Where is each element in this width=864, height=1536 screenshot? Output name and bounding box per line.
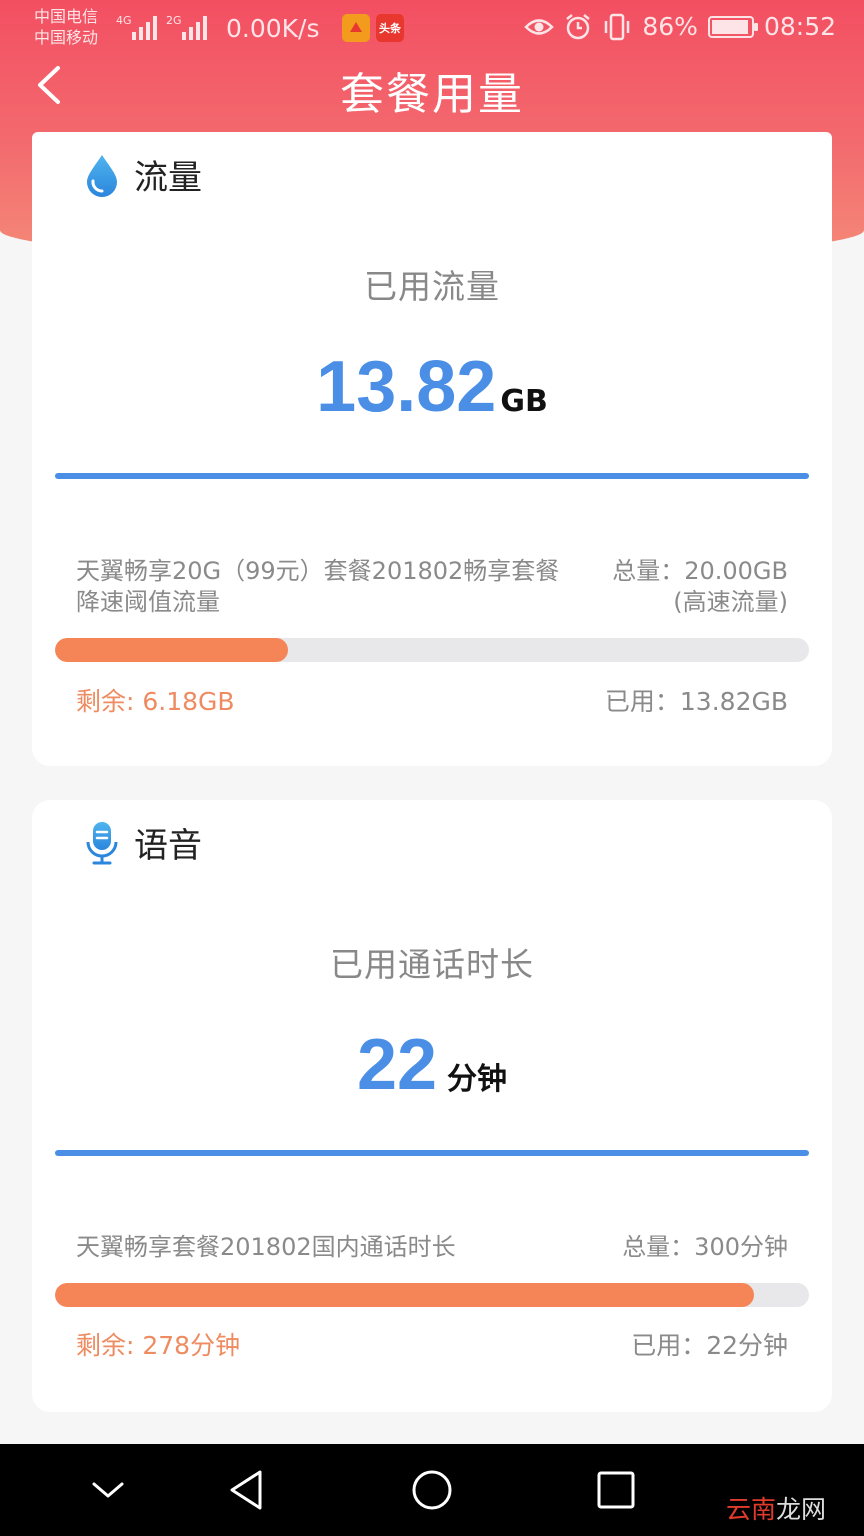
usage-progress-fill [55,638,288,662]
signal-icon-2 [182,14,207,40]
plan-name: 天翼畅享20G（99元）套餐201802畅享套餐降速阈值流量 [76,557,560,616]
used-label: 已用流量 [364,267,500,306]
hide-nav-button[interactable] [82,1464,134,1516]
status-bar: 中国电信 中国移动 4G 2G 0.00K/s 头条 86% 08:52 [0,0,864,60]
clock: 08:52 [763,12,836,41]
used-unit: GB [500,384,548,419]
blue-divider [55,1150,809,1156]
circle-home-icon [412,1470,452,1510]
used-amount: 已用：22分钟 [631,1331,788,1360]
card-header: 流量 [84,150,202,199]
battery-icon [707,15,758,38]
total-line: 总量：20.00GB [612,557,788,585]
page-title: 套餐用量 [340,69,524,120]
chevron-down-icon [92,1482,124,1498]
vibrate-icon [605,13,630,40]
voice-usage-card: 语音 已用通话时长 22 分钟 天翼畅享套餐201802国内通话时长 总量：300… [32,800,832,1412]
blue-divider [55,473,809,479]
eye-icon [524,18,555,35]
used-number: 22 [356,1025,438,1105]
square-recents-icon [597,1471,635,1509]
network-type-2: 2G [166,14,182,27]
toutiao-app-icon: 头条 [376,14,404,42]
microphone-icon [86,821,118,864]
carrier-1: 中国电信 [34,7,99,26]
alarm-icon [566,13,591,39]
battery-percent: 86% [642,12,698,41]
nav-home-button[interactable] [406,1464,458,1516]
used-value: 13.82 GB [32,346,832,428]
usage-progress-fill [55,1283,754,1307]
plan-total: 总量：20.00GB (高速流量) [548,556,788,618]
used-value: 22 分钟 [32,1024,832,1106]
water-drop-icon [87,154,117,197]
plan-name: 天翼畅享套餐201802国内通话时长 [76,1233,456,1261]
card-title: 流量 [134,158,202,198]
nav-back-button[interactable] [220,1464,272,1516]
plan-total: 总量：300分钟 [548,1232,788,1263]
data-usage-card: 流量 已用流量 13.82 GB 天翼畅享20G（99元）套餐201802畅享套餐… [32,132,832,766]
usage-progress-bar [55,638,809,662]
remaining-amount: 剩余: 6.18GB [76,687,235,716]
watermark: 云南龙网 [725,1495,826,1524]
nav-recents-button[interactable] [590,1464,642,1516]
used-unit: 分钟 [447,1062,508,1097]
remaining-amount: 剩余: 278分钟 [76,1331,241,1360]
app-notification-icon [342,14,370,42]
network-type-1: 4G [116,14,132,27]
card-header: 语音 [84,818,202,867]
total-line: 总量：300分钟 [622,1233,788,1261]
total-note: (高速流量) [673,588,788,616]
status-right-group: 86% 08:52 [524,12,836,41]
card-title: 语音 [134,826,202,866]
used-number: 13.82 [316,347,497,427]
carrier-labels: 中国电信 中国移动 [34,6,98,48]
triangle-back-icon [230,1470,262,1510]
network-speed: 0.00K/s [226,14,320,43]
used-label: 已用通话时长 [330,945,534,984]
carrier-2: 中国移动 [34,28,99,47]
signal-icon-1 [132,14,157,40]
usage-progress-bar [55,1283,809,1307]
used-amount: 已用：13.82GB [604,687,788,716]
